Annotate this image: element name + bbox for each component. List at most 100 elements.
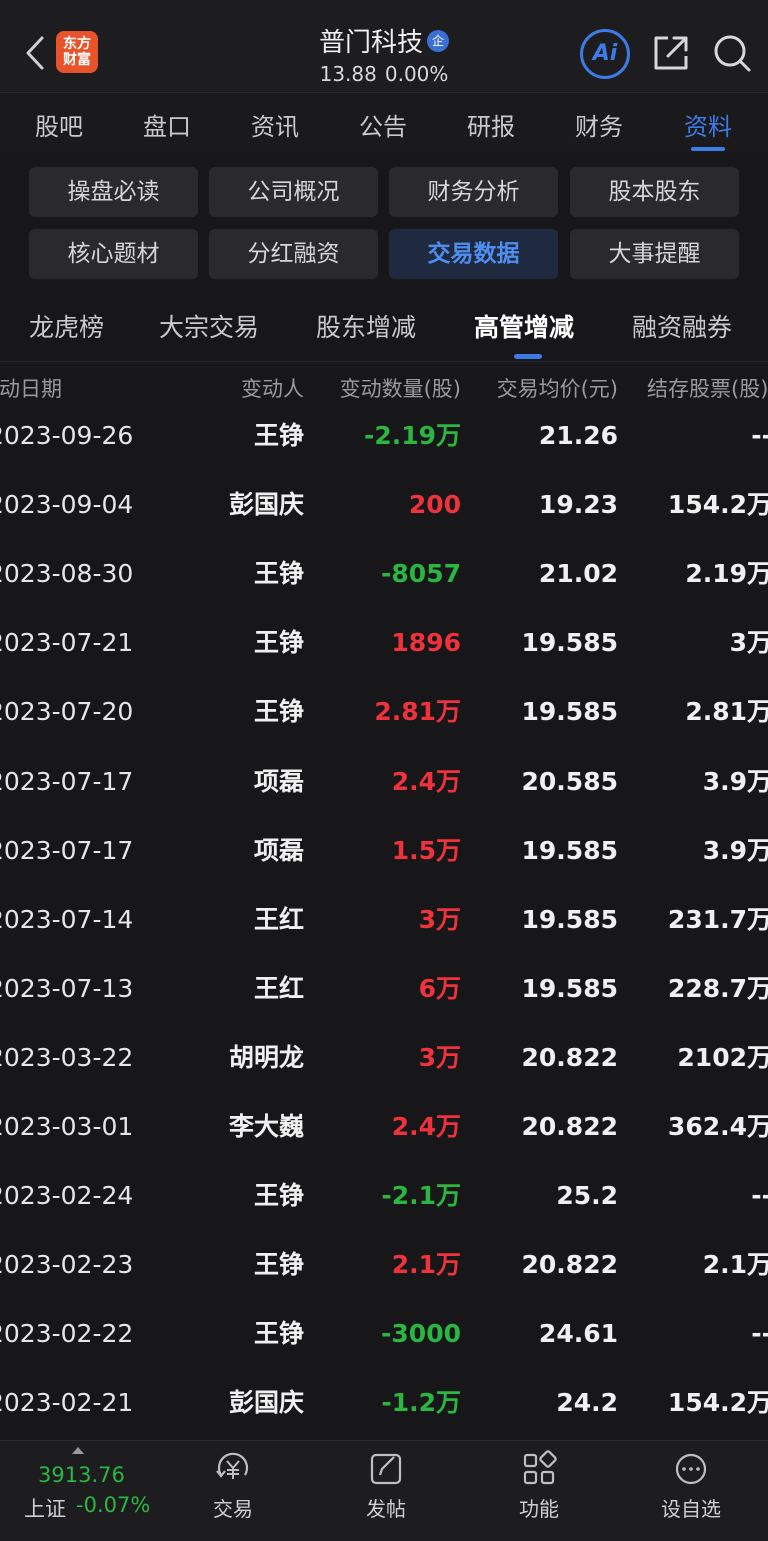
table-row[interactable]: 2023-03-22 胡明龙 3万 20.822 2102万 — [0, 1023, 768, 1092]
tab-profile[interactable]: 资料 — [658, 107, 758, 142]
cell-date: 2023-02-22 — [0, 1319, 134, 1349]
cat-tab-margin-trading[interactable]: 融资融券 — [632, 308, 732, 344]
nav-post[interactable]: 发帖 — [336, 1449, 436, 1522]
tab-announcements[interactable]: 公告 — [333, 107, 433, 142]
cell-avg-price: 20.822 — [521, 1112, 618, 1141]
cell-quantity: 200 — [408, 490, 461, 520]
grid-icon — [523, 1450, 557, 1485]
category-tab-bar: 龙虎榜 大宗交易 股东增减 高管增减 融资融券 — [0, 292, 768, 362]
tab-finance[interactable]: 财务 — [549, 107, 649, 142]
cell-quantity: 1.5万 — [391, 835, 461, 865]
table-row[interactable]: 2023-07-20 王铮 2.81万 19.585 2.81万 — [0, 677, 768, 746]
subbtn-major-events[interactable]: 大事提醒 — [570, 229, 739, 279]
enterprise-badge-icon: 企 — [427, 29, 449, 52]
nav-add-watchlist[interactable]: 设自选 — [641, 1449, 741, 1522]
cell-date: 2023-07-13 — [0, 973, 134, 1003]
cell-holdings: 228.7万 — [667, 973, 768, 1003]
table-row[interactable]: 2023-02-22 王铮 -3000 24.61 -- — [0, 1299, 768, 1368]
table-row[interactable]: 2023-09-04 彭国庆 200 19.23 154.2万 — [0, 470, 768, 539]
table-row[interactable]: 2023-03-01 李大巍 2.4万 20.822 362.4万 — [0, 1092, 768, 1161]
table-row[interactable]: 2023-02-23 王铮 2.1万 20.822 2.1万 — [0, 1230, 768, 1299]
nav-trade[interactable]: 交易 — [183, 1449, 283, 1522]
cell-avg-price: 19.585 — [521, 904, 618, 934]
subbtn-shareholders[interactable]: 股本股东 — [570, 167, 739, 217]
col-header-holdings[interactable]: 结存股票(股) — [647, 373, 768, 403]
subbtn-financial-analysis[interactable]: 财务分析 — [389, 167, 558, 217]
col-header-date[interactable]: 变动日期 — [0, 373, 62, 403]
tab-guba[interactable]: 股吧 — [9, 107, 109, 142]
share-icon[interactable] — [650, 32, 692, 74]
subbtn-trading-guide[interactable]: 操盘必读 — [29, 167, 198, 217]
cell-person: 王红 — [253, 973, 304, 1003]
cell-holdings: 2.81万 — [685, 697, 768, 727]
cell-person: 彭国庆 — [228, 1388, 304, 1418]
table-row[interactable]: 2023-07-17 项磊 2.4万 20.585 3.9万 — [0, 747, 768, 816]
table-row[interactable]: 2023-09-26 王铮 -2.19万 21.26 -- — [0, 401, 768, 470]
cell-person: 王铮 — [253, 559, 304, 589]
cell-avg-price: 19.585 — [521, 697, 618, 727]
col-header-avg-price[interactable]: 交易均价(元) — [497, 373, 618, 403]
cell-avg-price: 25.2 — [556, 1181, 618, 1211]
cell-avg-price: 21.02 — [538, 559, 618, 589]
cell-holdings: 2.1万 — [702, 1250, 768, 1280]
subbtn-dividends[interactable]: 分红融资 — [209, 229, 378, 279]
nav-post-label: 发帖 — [366, 1497, 406, 1521]
stock-change: 0.00% — [384, 62, 449, 86]
cell-quantity: 1896 — [391, 628, 461, 658]
nav-functions[interactable]: 功能 — [489, 1449, 589, 1522]
search-icon[interactable] — [711, 32, 753, 74]
cell-quantity: 2.4万 — [391, 1112, 461, 1141]
more-icon — [675, 1453, 707, 1485]
cell-person: 王铮 — [253, 628, 304, 658]
cell-holdings: 2102万 — [677, 1042, 768, 1072]
cell-person: 王红 — [253, 904, 304, 934]
table-row[interactable]: 2023-02-24 王铮 -2.1万 25.2 -- — [0, 1161, 768, 1230]
subbtn-company-overview[interactable]: 公司概况 — [209, 167, 378, 217]
cell-avg-price: 19.23 — [538, 490, 618, 520]
cell-holdings: 154.2万 — [667, 1388, 768, 1418]
tab-news[interactable]: 资讯 — [225, 107, 325, 142]
table-row[interactable]: 2023-07-13 王红 6万 19.585 228.7万 — [0, 954, 768, 1023]
index-expand-arrow-icon[interactable] — [72, 1447, 84, 1454]
cell-holdings: 2.19万 — [685, 559, 768, 589]
cell-person: 王铮 — [253, 1319, 304, 1349]
cell-quantity: -2.19万 — [363, 421, 461, 450]
nav-functions-label: 功能 — [519, 1497, 559, 1521]
cell-person: 李大巍 — [228, 1112, 304, 1141]
cat-tab-shareholder-changes[interactable]: 股东增减 — [316, 308, 416, 344]
col-header-person[interactable]: 变动人 — [241, 373, 304, 403]
subbtn-core-themes[interactable]: 核心题材 — [29, 229, 198, 279]
cell-date: 2023-07-14 — [0, 904, 134, 934]
nav-add-watchlist-label: 设自选 — [661, 1497, 721, 1521]
stock-price: 13.88 — [319, 62, 377, 86]
cell-person: 胡明龙 — [228, 1042, 304, 1072]
active-category-indicator — [514, 354, 542, 359]
tab-research[interactable]: 研报 — [441, 107, 541, 142]
subbtn-trading-data[interactable]: 交易数据 — [389, 229, 558, 279]
table-row[interactable]: 2023-07-17 项磊 1.5万 19.585 3.9万 — [0, 816, 768, 885]
table-row[interactable]: 2023-02-21 彭国庆 -1.2万 24.2 154.2万 — [0, 1368, 768, 1437]
index-name[interactable]: 上证 — [24, 1493, 66, 1523]
cat-tab-block-trades[interactable]: 大宗交易 — [159, 308, 259, 344]
col-header-quantity[interactable]: 变动数量(股) — [340, 373, 461, 403]
cell-holdings: -- — [751, 421, 768, 450]
table-row[interactable]: 2023-07-14 王红 3万 19.585 231.7万 — [0, 885, 768, 954]
cell-avg-price: 19.585 — [521, 835, 618, 865]
tab-pankou[interactable]: 盘口 — [117, 107, 217, 142]
cell-quantity: 3万 — [418, 904, 461, 934]
table-row[interactable]: 2023-07-21 王铮 1896 19.585 3万 — [0, 608, 768, 677]
cell-person: 彭国庆 — [228, 490, 304, 520]
cell-avg-price: 20.585 — [521, 766, 618, 796]
cell-date: 2023-07-20 — [0, 697, 134, 727]
cell-quantity: 3万 — [418, 1042, 461, 1072]
cell-quantity: -1.2万 — [381, 1388, 461, 1418]
index-value[interactable]: 3913.76 — [38, 1463, 125, 1487]
cat-tab-dragon-tiger[interactable]: 龙虎榜 — [29, 308, 104, 344]
top-header: 东方 财富 普门科技企 13.88 0.00% Ai — [0, 0, 768, 92]
nav-trade-label: 交易 — [213, 1497, 253, 1521]
ai-assistant-icon[interactable]: Ai — [580, 29, 630, 79]
index-change[interactable]: -0.07% — [76, 1493, 150, 1517]
cat-tab-executive-changes[interactable]: 高管增减 — [474, 308, 574, 344]
table-row[interactable]: 2023-08-30 王铮 -8057 21.02 2.19万 — [0, 539, 768, 608]
compose-icon — [370, 1453, 402, 1485]
